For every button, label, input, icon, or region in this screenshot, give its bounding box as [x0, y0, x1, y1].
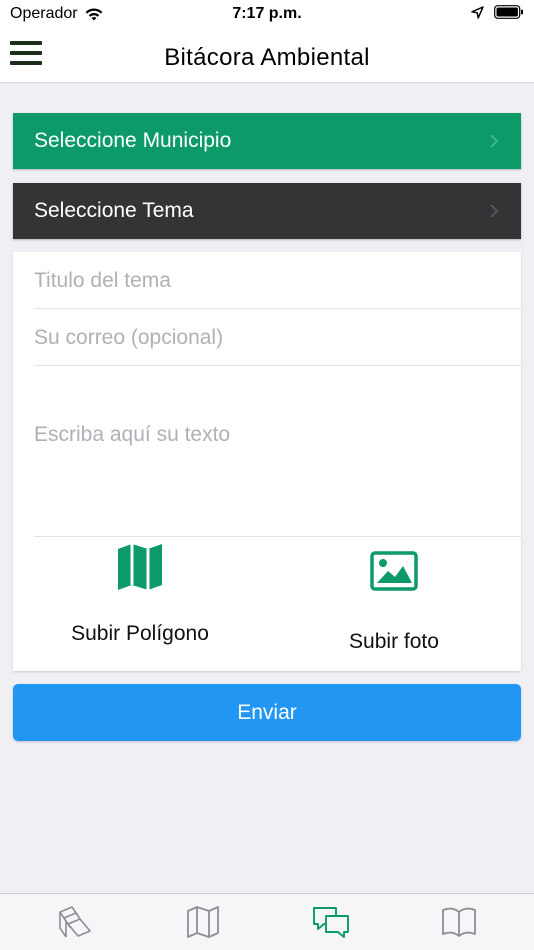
upload-polygon-label: Subir Polígono	[71, 622, 209, 645]
page-title: Bitácora Ambiental	[164, 44, 370, 71]
select-municipio-button[interactable]: Seleccione Municipio	[13, 113, 521, 169]
title-placeholder: Titulo del tema	[34, 269, 171, 292]
navigation-bar: Bitácora Ambiental	[0, 30, 534, 83]
status-bar: Operador 7:17 p.m.	[0, 0, 534, 30]
email-placeholder: Su correo (opcional)	[34, 326, 224, 349]
tab-chat[interactable]	[312, 904, 350, 940]
status-time: 7:17 p.m.	[232, 5, 302, 22]
chat-bubbles-icon	[313, 907, 349, 938]
upload-polygon-button[interactable]: Subir Polígono	[13, 542, 267, 662]
layers-icon	[59, 906, 91, 938]
select-tema-label: Seleccione Tema	[34, 199, 194, 222]
chevron-right-icon	[490, 204, 499, 218]
upload-photo-label: Subir foto	[349, 630, 439, 653]
upload-photo-button[interactable]: Subir foto	[267, 542, 521, 662]
tab-map[interactable]	[184, 904, 222, 940]
book-icon	[442, 907, 476, 937]
chevron-right-icon	[490, 134, 499, 148]
tab-book[interactable]	[440, 904, 478, 940]
email-input[interactable]: Su correo (opcional)	[34, 309, 521, 366]
location-arrow-icon	[471, 5, 484, 19]
select-tema-button[interactable]: Seleccione Tema	[13, 183, 521, 239]
battery-icon	[494, 5, 523, 19]
folded-map-icon	[118, 544, 162, 590]
text-placeholder: Escriba aquí su texto	[34, 423, 231, 446]
tab-layers[interactable]	[56, 904, 94, 940]
text-area[interactable]: Escriba aquí su texto	[34, 366, 521, 537]
title-input[interactable]: Titulo del tema	[34, 252, 521, 309]
tab-bar	[0, 893, 534, 950]
select-municipio-label: Seleccione Municipio	[34, 129, 232, 152]
image-icon	[370, 551, 418, 591]
submit-label: Enviar	[237, 700, 297, 724]
submit-button[interactable]: Enviar	[13, 684, 521, 741]
form-card: Titulo del tema Su correo (opcional) Esc…	[13, 252, 521, 671]
status-right-group	[471, 5, 524, 19]
map-icon	[187, 906, 219, 938]
